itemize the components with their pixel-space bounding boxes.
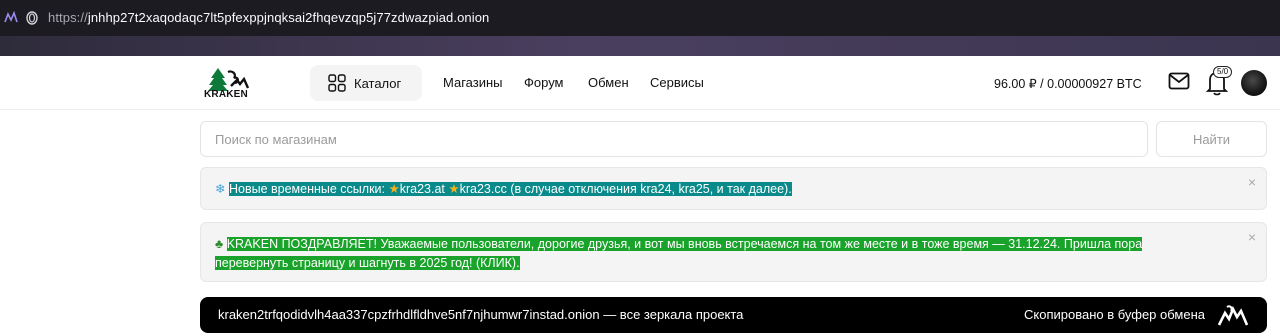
mirror-link-1[interactable]: kra23.at: [400, 182, 445, 196]
search-button[interactable]: Найти: [1156, 121, 1267, 157]
kraken-mark-icon: [1217, 305, 1249, 326]
mail-icon[interactable]: [1168, 72, 1190, 90]
mirror-bar[interactable]: kraken2trfqodidvlh4aa337cpzfrhdlfldhve5n…: [200, 297, 1267, 333]
close-icon[interactable]: ×: [1248, 229, 1256, 245]
alert-prefix: Новые временные ссылки:: [228, 182, 389, 196]
alert-new-links-text: ❄ Новые временные ссылки: ★kra23.at ★kra…: [215, 180, 792, 199]
nav-item-services[interactable]: Сервисы: [650, 75, 704, 90]
grid-icon: [328, 74, 346, 92]
copied-status: Скопировано в буфер обмена: [1024, 307, 1205, 322]
search-input[interactable]: [200, 121, 1148, 157]
mirror-link-2[interactable]: kra23.cc: [460, 182, 507, 196]
mirror-address[interactable]: kraken2trfqodidvlh4aa337cpzfrhdlfldhve5n…: [218, 307, 743, 322]
url-protocol: https://: [48, 10, 88, 25]
star-icon: ★: [388, 182, 400, 196]
browser-toolbar: https://jnhhp27t2xaqodaqc7lt5pfexppjnqks…: [0, 0, 1280, 36]
site-header: KRAKEN Каталог Магазины Форум Обмен Серв…: [0, 56, 1280, 110]
star-icon: ★: [448, 182, 460, 196]
catalog-button[interactable]: Каталог: [310, 65, 422, 101]
balance-display: 96.00 ₽ / 0.00000927 BTC: [994, 77, 1142, 91]
alert-new-links: ❄ Новые временные ссылки: ★kra23.at ★kra…: [200, 167, 1267, 210]
christmas-tree-icon: ♣: [215, 237, 224, 251]
alert-new-year-message: KRAKEN ПОЗДРАВЛЯЕТ! Уважаемые пользовате…: [215, 237, 1143, 270]
notification-badge: 5/0: [1213, 66, 1233, 78]
close-icon[interactable]: ×: [1248, 174, 1256, 190]
nav-item-exchange[interactable]: Обмен: [588, 75, 629, 90]
alert-new-year-text[interactable]: ♣ KRAKEN ПОЗДРАВЛЯЕТ! Уважаемые пользова…: [215, 235, 1215, 273]
alert-suffix: (в случае отключения kra24, kra25, и так…: [506, 182, 792, 196]
snowflake-icon: ❄: [215, 182, 226, 196]
address-bar[interactable]: https://jnhhp27t2xaqodaqc7lt5pfexppjnqks…: [48, 10, 489, 25]
onion-lock-icon[interactable]: [24, 10, 40, 26]
catalog-label: Каталог: [354, 75, 402, 91]
logo-text: KRAKEN: [204, 89, 248, 100]
alert-new-year: ♣ KRAKEN ПОЗДРАВЛЯЕТ! Уважаемые пользова…: [200, 222, 1267, 282]
nav-item-shops[interactable]: Магазины: [443, 75, 503, 90]
toolbar-strip: [0, 36, 1280, 56]
tor-circuit-icon[interactable]: [3, 10, 19, 26]
avatar[interactable]: [1241, 70, 1267, 96]
url-host: jnhhp27t2xaqodaqc7lt5pfexppjnqksai2fhqev…: [87, 10, 490, 25]
nav-item-forum[interactable]: Форум: [524, 75, 564, 90]
